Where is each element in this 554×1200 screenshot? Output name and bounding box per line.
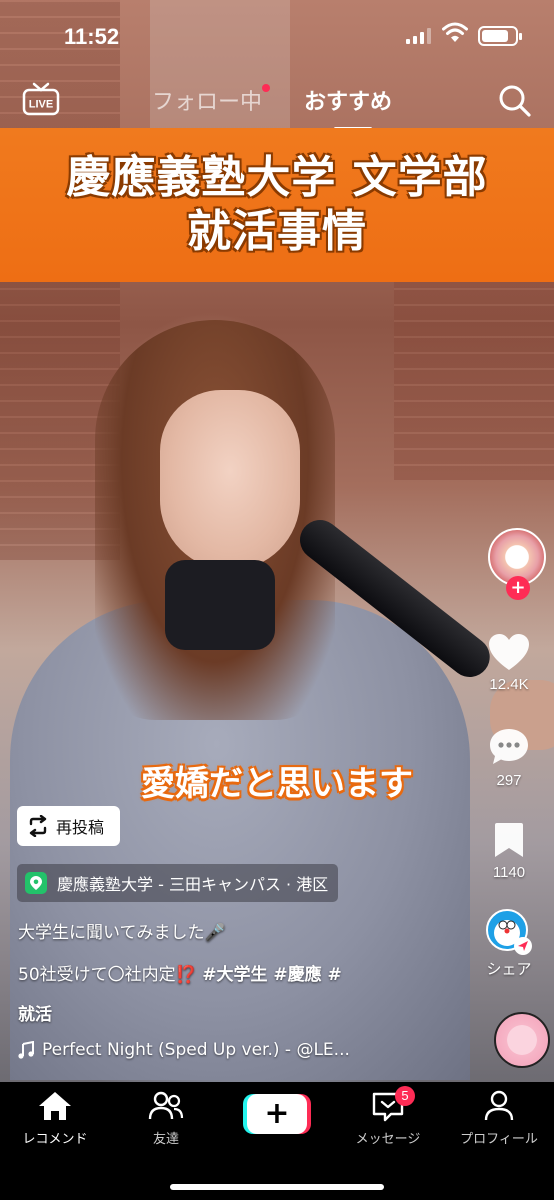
repost-icon <box>29 815 47 837</box>
message-badge: 5 <box>395 1086 415 1106</box>
share-button[interactable]: シェア <box>464 908 554 979</box>
bookmark-count: 1140 <box>492 864 526 881</box>
comment-count: 297 <box>496 772 522 789</box>
music-info[interactable]: Perfect Night (Sped Up ver.) - @LE... <box>18 1040 350 1060</box>
repost-label: 再投稿 <box>56 818 105 837</box>
location-label: 慶應義塾大学 - 三田キャンパス · 港区 <box>57 875 329 894</box>
music-title: Perfect Night (Sped Up ver.) - @LE... <box>42 1040 350 1060</box>
top-nav: LIVE フォロー中 おすすめ <box>0 80 554 130</box>
caption-line-2[interactable]: 50社受けて〇社内定⁉️ #大学生 #慶應 # <box>18 960 342 985</box>
music-disc[interactable] <box>494 1012 550 1068</box>
tab-for-you-label: おすすめ <box>304 90 393 115</box>
heart-icon <box>489 634 529 670</box>
caption-line-3[interactable]: 就活 <box>18 1000 52 1025</box>
status-time: 11:52 <box>64 24 120 49</box>
tab-following[interactable]: フォロー中 <box>152 84 271 116</box>
location-pin-icon <box>25 872 47 894</box>
new-content-dot <box>262 84 271 92</box>
subtitle-text: 愛嬌だと思います <box>141 764 413 804</box>
banner-line-2: 就活事情 <box>187 206 367 257</box>
caption-text: 50社受けて〇社内定⁉️ <box>18 965 197 985</box>
plus-icon: + <box>264 1096 290 1131</box>
search-icon[interactable] <box>498 84 532 118</box>
comment-icon <box>490 729 528 764</box>
like-count: 12.4K <box>489 676 529 693</box>
live-icon[interactable]: LIVE <box>22 82 60 116</box>
video-title-banner: 慶應義塾大学 文学部 就活事情 <box>0 128 554 282</box>
profile-icon <box>484 1090 514 1121</box>
battery-icon <box>478 26 522 46</box>
tab-following-label: フォロー中 <box>152 90 263 115</box>
home-indicator <box>170 1184 384 1190</box>
nav-messages[interactable]: 5 メッセージ <box>333 1086 443 1147</box>
nav-home[interactable]: レコメンド <box>0 1090 110 1147</box>
svg-text:LIVE: LIVE <box>29 99 53 111</box>
banner-line-1: 慶應義塾大学 文学部 <box>66 152 488 203</box>
status-bar: 11:52 <box>0 0 554 74</box>
cellular-signal-icon <box>406 28 431 44</box>
nav-messages-label: メッセージ <box>355 1132 421 1147</box>
bookmark-icon <box>495 823 523 857</box>
nav-friends[interactable]: 友達 <box>111 1090 221 1147</box>
share-label: シェア <box>486 961 532 978</box>
bookmark-button[interactable]: 1140 <box>464 820 554 881</box>
nav-profile-label: プロフィール <box>460 1132 538 1147</box>
nav-profile[interactable]: プロフィール <box>444 1090 554 1147</box>
nav-friends-label: 友達 <box>152 1132 179 1147</box>
follow-plus-button[interactable]: + <box>506 576 530 600</box>
repost-button[interactable]: 再投稿 <box>17 806 120 846</box>
like-button[interactable]: 12.4K <box>464 632 554 693</box>
person-turtleneck <box>165 560 275 650</box>
background-brick-wall-right <box>394 280 554 480</box>
caption-hashtags[interactable]: #大学生 #慶應 # <box>202 965 342 985</box>
comment-button[interactable]: 297 <box>464 726 554 789</box>
wifi-icon <box>442 22 468 42</box>
location-tag[interactable]: 慶應義塾大学 - 三田キャンパス · 港区 <box>17 864 339 902</box>
home-icon <box>39 1092 71 1120</box>
tab-for-you[interactable]: おすすめ <box>304 84 393 130</box>
music-note-icon <box>18 1041 34 1059</box>
friends-icon <box>148 1091 184 1120</box>
person-face <box>160 390 300 570</box>
create-button[interactable]: + <box>247 1094 307 1134</box>
nav-home-label: レコメンド <box>22 1132 88 1147</box>
bottom-nav: レコメンド 友達 + 5 メッセージ プロフィール <box>0 1082 554 1200</box>
share-avatar-icon <box>486 909 532 955</box>
caption-line-1: 大学生に聞いてみました🎤 <box>18 923 226 943</box>
